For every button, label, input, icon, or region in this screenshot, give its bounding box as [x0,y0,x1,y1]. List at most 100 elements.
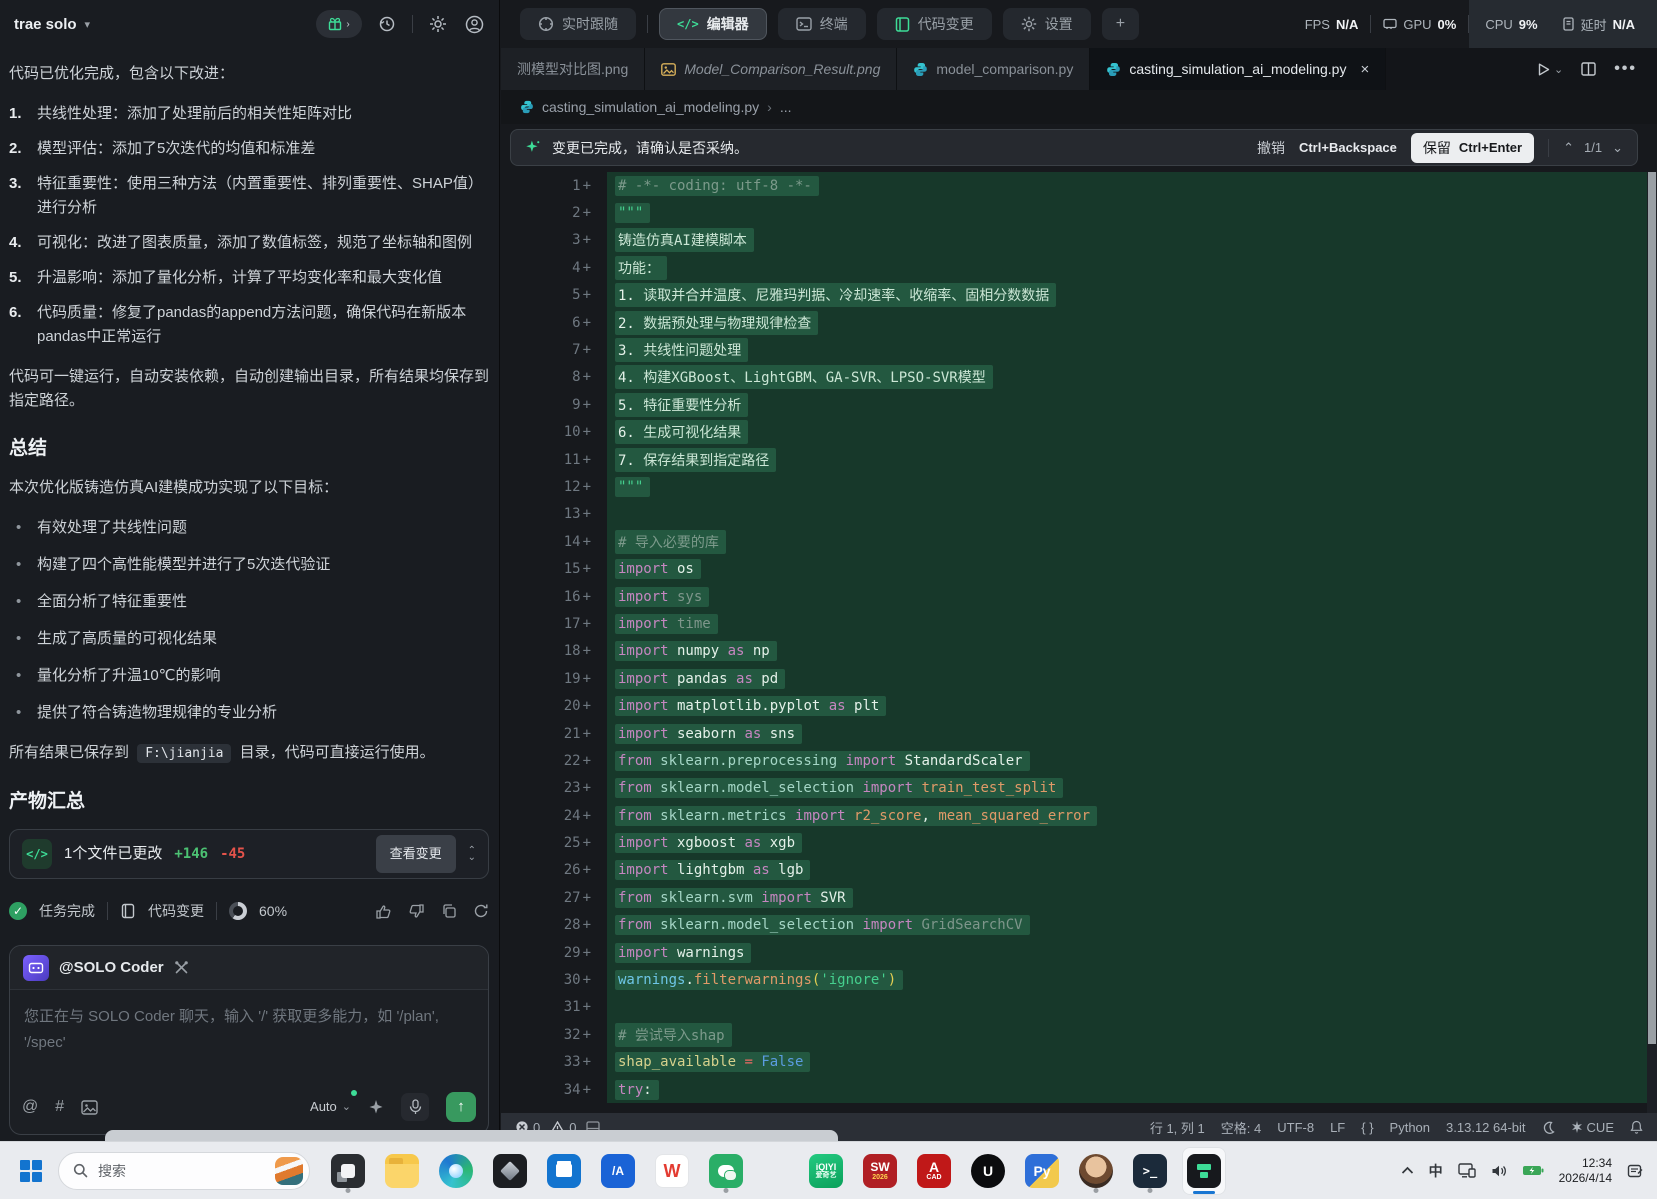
language-mode[interactable]: Python [1390,1120,1430,1135]
taskbar-search[interactable]: 搜索 [58,1152,310,1190]
gift-icon [328,17,342,31]
line-number: 26+ [501,857,607,884]
battery-charging-icon[interactable] [1522,1164,1544,1177]
ime-indicator[interactable]: 中 [1429,1161,1443,1181]
file-tab-label: model_comparison.py [936,61,1073,77]
refresh-icon[interactable] [473,903,489,920]
run-button[interactable]: ⌄ [1536,62,1563,77]
hash-icon[interactable]: # [55,1095,64,1119]
start-button[interactable] [12,1152,50,1190]
keep-button[interactable]: 保留 Ctrl+Enter [1411,133,1534,163]
tab-code-changes[interactable]: 代码变更 [877,8,992,40]
taskbar-app-wechat-icon[interactable] [704,1147,748,1195]
title-chevron-down-icon[interactable]: ▾ [85,18,91,31]
braces-formatter[interactable]: { } [1361,1120,1373,1135]
taskbar-app-powershell-icon[interactable]: >_ [1128,1147,1172,1195]
code-line: 8+4. 构建XGBoost、LightGBM、GA-SVR、LPSO-SVR模… [501,364,1647,391]
python-version[interactable]: 3.13.12 64-bit [1446,1120,1526,1135]
notifications-bell-icon[interactable] [1630,1120,1643,1134]
taskbar-app-iqiyi-icon[interactable]: iQIYI爱奇艺 [804,1147,848,1195]
mode-selector[interactable]: Auto ⌄ [310,1095,351,1119]
code-diff-view[interactable]: 1+# -*- coding: utf-8 -*-2+"""3+铸造仿真AI建模… [501,172,1647,1113]
file-tab-model-comparison-py[interactable]: model_comparison.py [897,48,1090,90]
tab-live-follow[interactable]: 实时跟随 [520,8,636,40]
code-line: 7+3. 共线性问题处理 [501,336,1647,363]
agent-tools-icon[interactable] [174,960,189,975]
taskbar-app-obsidian-icon[interactable] [488,1147,532,1195]
taskbar-app-unreal-icon[interactable]: U [966,1147,1010,1195]
tab-editor[interactable]: </> 编辑器 [659,8,767,40]
agent-name-label[interactable]: @SOLO Coder [59,956,164,980]
mention-at-icon[interactable]: @ [22,1095,38,1119]
goal-item: •生成了高质量的可视化结果 [9,627,489,651]
copy-icon[interactable] [441,903,457,920]
tray-clock[interactable]: 12:34 2026/4/14 [1559,1156,1612,1186]
taskbar-app-microsoft-store-icon[interactable] [542,1147,586,1195]
undo-button[interactable]: 撤销 [1257,138,1285,158]
theme-moon-icon[interactable] [1542,1121,1555,1134]
speaker-icon[interactable] [1491,1164,1507,1178]
taskbar-app-snipping-tool-icon[interactable] [326,1147,370,1195]
history-icon[interactable] [376,13,398,35]
taskbar-app-wps-office-icon[interactable]: W [650,1147,694,1195]
prev-change-icon[interactable]: ⌃ [1563,140,1574,156]
taskbar-app-trae-icon[interactable] [1182,1147,1226,1195]
code-line: 27+from sklearn.svm import SVR [501,884,1647,911]
sparkle-icon[interactable] [368,1099,384,1115]
file-tab-comparison-image[interactable]: 测模型对比图.png [501,48,645,90]
eol-setting[interactable]: LF [1330,1120,1345,1135]
breadcrumb-filename[interactable]: casting_simulation_ai_modeling.py [542,99,759,115]
cast-device-icon[interactable] [1458,1163,1476,1178]
file-tab-casting-simulation-active[interactable]: casting_simulation_ai_modeling.py × [1090,48,1386,90]
view-changes-button[interactable]: 查看变更 [376,835,456,873]
chat-input[interactable]: 您正在与 SOLO Coder 聊天，输入 '/' 获取更多能力，如 '/pla… [10,990,488,1082]
summary-heading: 总结 [9,437,489,461]
next-change-icon[interactable]: ⌄ [1612,140,1623,156]
split-editor-icon[interactable] [1581,62,1596,76]
settings-gear-icon[interactable] [427,13,449,35]
taskbar-app-autocad-icon[interactable]: ACAD [912,1147,956,1195]
thumbs-up-icon[interactable] [375,903,392,920]
breadcrumb-more[interactable]: ... [780,99,792,115]
file-tab-model-comparison-result[interactable]: Model_Comparison_Result.png [645,48,897,90]
encoding-setting[interactable]: UTF-8 [1277,1120,1314,1135]
tab-terminal[interactable]: 终端 [778,8,866,40]
more-actions-icon[interactable]: ••• [1614,60,1637,78]
notification-center-icon[interactable] [1627,1163,1643,1179]
savings-path-chip[interactable]: F:\jianjia [137,744,231,763]
taskbar-app-pycharm-icon[interactable]: Py [1020,1147,1064,1195]
taskbar-app-axure-icon[interactable]: /A [596,1147,640,1195]
artifact-card[interactable]: </> 1个文件已更改 +146 -45 查看变更 ⌃⌄ [9,829,489,879]
line-number: 17+ [501,610,607,637]
taskbar-app-file-explorer-icon[interactable] [380,1147,424,1195]
taskbar-app-edge-browser-icon[interactable] [434,1147,478,1195]
add-view-button[interactable]: + [1102,8,1139,40]
thumbs-down-icon[interactable] [408,903,425,920]
taskbar-app-user-avatar-icon[interactable] [1074,1147,1118,1195]
chat-scroll-area[interactable]: 代码已优化完成，包含以下改进： 1.共线性处理：添加了处理前后的相关性矩阵对比2… [0,48,499,1135]
line-number: 18+ [501,638,607,665]
cursor-position[interactable]: 行 1, 列 1 [1150,1118,1205,1137]
improvement-item: 1.共线性处理：添加了处理前后的相关性矩阵对比 [9,102,489,126]
close-tab-icon[interactable]: × [1360,61,1369,78]
breadcrumb[interactable]: casting_simulation_ai_modeling.py › ... [501,90,1657,124]
attach-image-icon[interactable] [81,1100,98,1115]
lines-added-count: +146 [174,842,208,866]
code-changes-label[interactable]: 代码变更 [148,899,204,923]
improvement-item: 6.代码质量：修复了pandas的append方法问题，确保代码在新版本pand… [9,301,489,349]
send-button[interactable]: ↑ [446,1092,476,1122]
microphone-icon[interactable] [401,1093,429,1121]
tray-chevron-up-icon[interactable] [1401,1166,1414,1175]
run-chevron-down-icon[interactable]: ⌄ [1554,63,1563,76]
tab-settings[interactable]: 设置 [1003,8,1091,40]
account-icon[interactable] [463,13,485,35]
scrollbar-thumb[interactable] [1648,172,1656,1044]
collapse-expander-icon[interactable]: ⌃⌄ [468,847,476,861]
taskbar-app-solidworks-icon[interactable]: SW2026 [858,1147,902,1195]
indentation-setting[interactable]: 空格: 4 [1221,1118,1261,1137]
gift-button[interactable]: › [316,10,362,38]
tray-date: 2026/4/14 [1559,1171,1612,1186]
search-highlight-image[interactable] [275,1157,303,1185]
editor-scrollbar[interactable] [1647,172,1657,1113]
cue-indicator[interactable]: CUE [1571,1120,1614,1135]
